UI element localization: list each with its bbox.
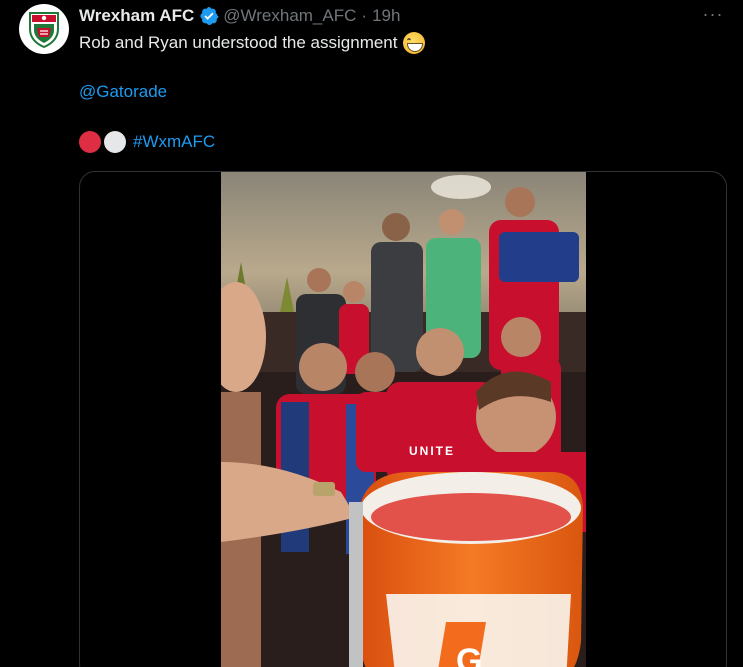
hashtag-link[interactable]: #WxmAFC bbox=[133, 131, 215, 153]
video-frame: UNITE G bbox=[221, 172, 586, 667]
header-separator: · bbox=[361, 6, 368, 25]
more-options-icon[interactable]: ··· bbox=[701, 4, 725, 24]
author-name[interactable]: Wrexham AFC bbox=[79, 6, 194, 26]
mention-link[interactable]: @Gatorade bbox=[79, 82, 167, 101]
tweet-text: Rob and Ryan understood the assignment bbox=[79, 33, 398, 52]
tweet-timestamp[interactable]: 19h bbox=[372, 6, 400, 26]
tweet-header: Wrexham AFC @Wrexham_AFC · 19h bbox=[79, 5, 400, 27]
author-handle[interactable]: @Wrexham_AFC bbox=[223, 6, 356, 26]
verified-badge-icon[interactable] bbox=[199, 6, 219, 26]
tweet[interactable]: Wrexham AFC @Wrexham_AFC · 19h ··· Rob a… bbox=[0, 0, 743, 667]
gatorade-logo-text: G bbox=[456, 642, 482, 667]
wrexham-crest-icon bbox=[29, 12, 59, 49]
red-circle-emoji-icon bbox=[79, 131, 101, 153]
jersey-text: UNITE bbox=[409, 444, 455, 458]
tweet-text-line: Rob and Ryan understood the assignment bbox=[79, 32, 426, 54]
video-player[interactable]: UNITE G bbox=[221, 172, 586, 667]
white-circle-emoji-icon bbox=[104, 131, 126, 153]
author-avatar[interactable] bbox=[19, 4, 69, 54]
hashtag-line: #WxmAFC bbox=[79, 131, 215, 153]
media-card[interactable]: UNITE G bbox=[79, 171, 727, 667]
grinning-squinting-face-emoji-icon bbox=[403, 32, 426, 54]
mention-line: @Gatorade bbox=[79, 81, 167, 103]
